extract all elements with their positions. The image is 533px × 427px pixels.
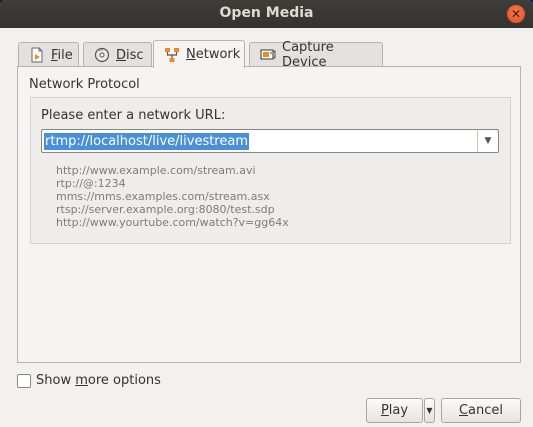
- url-examples: http://www.example.com/stream.avi rtp://…: [56, 164, 289, 229]
- cancel-button[interactable]: Cancel: [441, 398, 521, 423]
- disc-icon: [94, 47, 110, 63]
- chevron-down-icon: ▼: [484, 136, 492, 146]
- show-more-options-checkbox[interactable]: [17, 374, 31, 388]
- tab-disc-label: Disc: [116, 47, 144, 63]
- example-url: http://www.example.com/stream.avi: [56, 164, 256, 177]
- play-options-dropdown[interactable]: ▼: [424, 398, 435, 423]
- tab-disc[interactable]: Disc: [83, 42, 152, 67]
- url-label: Please enter a network URL:: [41, 108, 226, 123]
- file-icon: [29, 47, 45, 63]
- show-more-options-label[interactable]: Show more options: [36, 373, 161, 388]
- example-url: rtsp://server.example.org:8080/test.sdp: [56, 203, 275, 216]
- tab-network[interactable]: Network: [153, 40, 245, 68]
- network-icon: [164, 47, 180, 63]
- tab-network-label: Network: [186, 47, 241, 62]
- open-media-window: Open Media ✕ File Disc Network Capture D…: [0, 0, 533, 427]
- example-url: rtp://@:1234: [56, 177, 126, 190]
- example-url: http://www.yourtube.com/watch?v=gg64x: [56, 216, 289, 229]
- title-bar: Open Media ✕: [0, 0, 533, 28]
- tab-capture-device[interactable]: Capture Device: [249, 40, 383, 70]
- capture-device-icon: [260, 47, 276, 63]
- close-icon: ✕: [510, 7, 522, 21]
- network-url-combobox[interactable]: rtmp://localhost/live/livestream ▼: [41, 129, 499, 153]
- tab-file-label: File: [51, 47, 73, 63]
- network-url-input[interactable]: rtmp://localhost/live/livestream: [44, 133, 249, 150]
- close-button[interactable]: ✕: [507, 5, 525, 23]
- url-dropdown-button[interactable]: ▼: [477, 130, 498, 152]
- network-panel: Network Protocol Please enter a network …: [17, 66, 521, 363]
- network-protocol-title: Network Protocol: [29, 77, 140, 92]
- network-protocol-group: Please enter a network URL: rtmp://local…: [30, 97, 511, 244]
- chevron-down-icon: ▼: [426, 406, 433, 415]
- play-button[interactable]: Play: [366, 398, 423, 423]
- tab-file[interactable]: File: [18, 42, 79, 67]
- window-title: Open Media: [219, 5, 314, 21]
- example-url: mms://mms.examples.com/stream.asx: [56, 190, 270, 203]
